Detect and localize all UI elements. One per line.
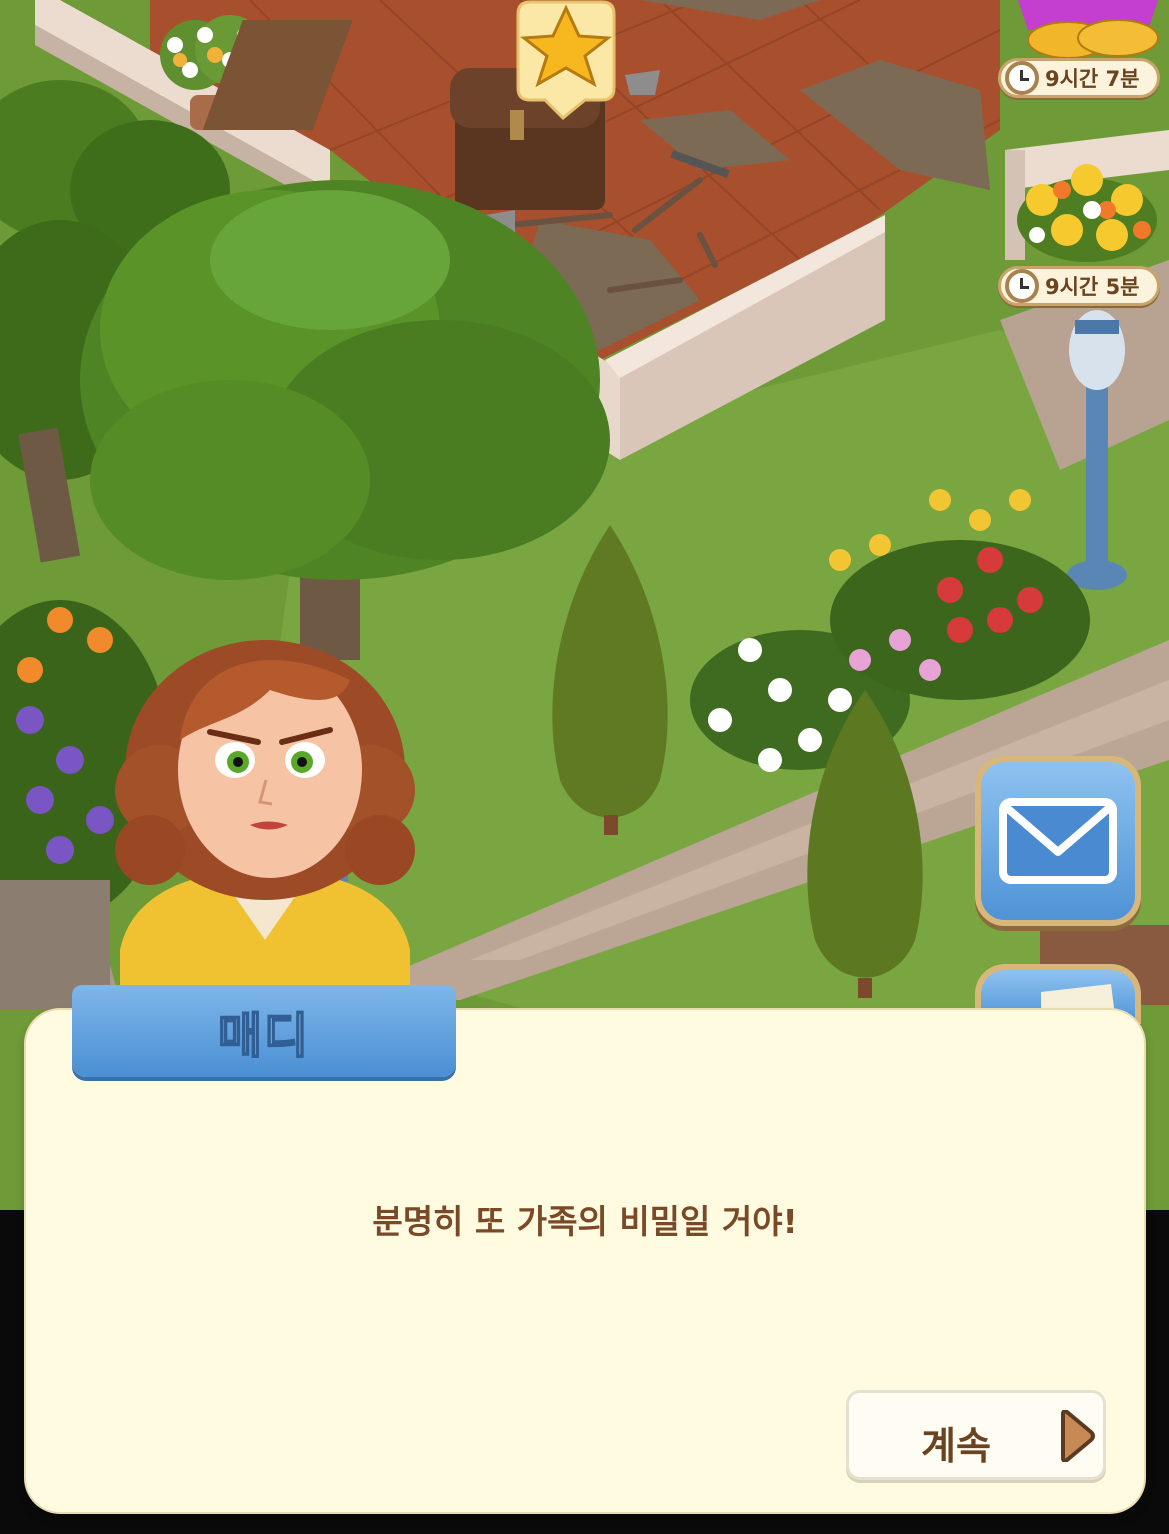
timer-badge-2: 9시간 5분 (998, 266, 1160, 306)
speaker-name-tab: 매디 (72, 985, 456, 1077)
mail-icon (999, 798, 1117, 884)
character-portrait (100, 620, 430, 1020)
speaker-name: 매디 (217, 1007, 311, 1065)
mail-button[interactable] (975, 756, 1141, 926)
continue-label: 계속 (921, 1424, 991, 1468)
dialog-message: 분명히 또 가족의 비밀일 거야! (372, 1202, 798, 1241)
timer-text: 9시간 5분 (1045, 275, 1140, 299)
play-icon (1061, 1410, 1095, 1462)
clock-icon (1005, 61, 1039, 95)
flower-bouquet-reward[interactable] (1012, 150, 1162, 265)
star-icon[interactable] (516, 0, 616, 121)
gems-coins-reward[interactable] (1008, 0, 1169, 60)
timer-text: 9시간 7분 (1045, 67, 1140, 91)
clock-icon (1005, 269, 1039, 303)
continue-button[interactable]: 계속 (846, 1390, 1106, 1480)
timer-badge-1: 9시간 7분 (998, 58, 1160, 98)
